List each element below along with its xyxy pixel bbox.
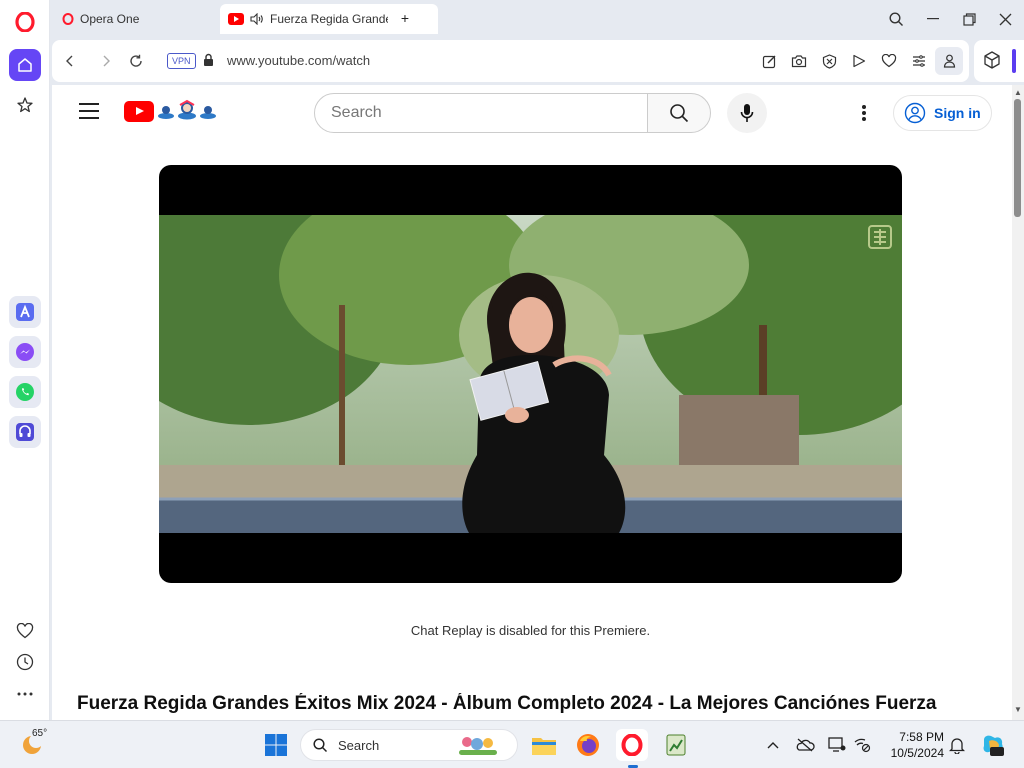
aria-ai-icon[interactable] bbox=[9, 296, 41, 328]
scroll-down-arrow-icon[interactable]: ▼ bbox=[1014, 705, 1022, 714]
bookmarks-star-icon[interactable] bbox=[9, 89, 41, 121]
youtube-page: Search Sign in Chat Replay is disabled f… bbox=[52, 85, 1012, 720]
video-still-image bbox=[159, 215, 902, 533]
player-send-icon[interactable] bbox=[849, 51, 869, 71]
snapshot-camera-icon[interactable] bbox=[789, 51, 809, 71]
notepad-chart-icon[interactable] bbox=[660, 729, 692, 761]
tab-strip: Opera One Fuerza Regida Grandes + bbox=[50, 0, 1024, 38]
sign-in-button[interactable]: Sign in bbox=[893, 95, 992, 131]
tab-label: Opera One bbox=[80, 12, 140, 26]
taskbar-search-icon bbox=[313, 737, 328, 752]
browser-window: Opera One Fuerza Regida Grandes + VPN ww… bbox=[0, 0, 1024, 720]
address-bar: VPN www.youtube.com/watch bbox=[52, 40, 969, 82]
search-button[interactable] bbox=[647, 93, 711, 133]
system-clock[interactable]: 7:58 PM 10/5/2024 bbox=[882, 729, 944, 761]
channel-watermark-icon[interactable] bbox=[866, 223, 894, 256]
search-input[interactable]: Search bbox=[314, 93, 648, 133]
firefox-icon[interactable] bbox=[572, 729, 604, 761]
youtube-favicon-icon bbox=[228, 13, 244, 25]
restore-button[interactable] bbox=[958, 8, 980, 30]
notifications-bell-icon[interactable] bbox=[947, 735, 967, 755]
windows-taskbar: 65° Search 7:58 PM 10/5/2024 bbox=[0, 720, 1024, 768]
opera-favicon-icon bbox=[62, 13, 74, 25]
extensions-cube-icon[interactable] bbox=[984, 51, 1000, 74]
tab-opera-one[interactable]: Opera One bbox=[54, 4, 214, 34]
tab-label: Fuerza Regida Grandes bbox=[270, 12, 388, 26]
video-frame[interactable] bbox=[159, 215, 902, 533]
url-field[interactable]: www.youtube.com/watch bbox=[227, 53, 370, 68]
temperature-label: 65° bbox=[32, 728, 48, 739]
show-hidden-icons-chevron-icon[interactable] bbox=[763, 735, 783, 755]
taskbar-search-label: Search bbox=[338, 737, 380, 753]
history-clock-icon[interactable] bbox=[9, 648, 41, 676]
account-circle-icon bbox=[904, 102, 926, 124]
back-button[interactable] bbox=[59, 50, 81, 72]
settings-kebab-icon[interactable] bbox=[856, 103, 872, 123]
opera-taskbar-icon[interactable] bbox=[616, 729, 648, 761]
clock-time: 7:58 PM bbox=[899, 730, 944, 744]
new-tab-button[interactable]: + bbox=[396, 9, 414, 27]
onedrive-offline-icon[interactable] bbox=[795, 735, 815, 755]
opera-logo-icon[interactable] bbox=[15, 11, 35, 33]
network-status-icon[interactable] bbox=[852, 735, 872, 755]
scroll-up-arrow-icon[interactable]: ▲ bbox=[1014, 88, 1022, 97]
audio-playing-icon[interactable] bbox=[250, 13, 264, 25]
forward-button[interactable] bbox=[95, 50, 117, 72]
opera-sidebar bbox=[0, 0, 50, 720]
microphone-icon bbox=[740, 104, 754, 122]
display-icon[interactable] bbox=[827, 735, 847, 755]
sidebar-accent-bar bbox=[1012, 49, 1016, 73]
profile-icon[interactable] bbox=[935, 47, 963, 75]
video-player[interactable] bbox=[159, 165, 902, 583]
home-icon[interactable] bbox=[9, 49, 41, 81]
reload-button[interactable] bbox=[125, 50, 147, 72]
bookmark-heart-icon[interactable] bbox=[879, 51, 899, 71]
edit-note-icon[interactable] bbox=[759, 51, 779, 71]
clock-date: 10/5/2024 bbox=[890, 746, 944, 760]
chat-replay-notice: Chat Replay is disabled for this Premier… bbox=[410, 623, 651, 638]
minimize-button[interactable] bbox=[922, 8, 944, 30]
extensions-area bbox=[974, 40, 1024, 82]
favorites-heart-icon[interactable] bbox=[9, 617, 41, 645]
easy-setup-icon[interactable] bbox=[909, 51, 929, 71]
file-explorer-icon[interactable] bbox=[528, 729, 560, 761]
sign-in-label: Sign in bbox=[934, 105, 981, 121]
page-scrollbar[interactable]: ▲ ▼ bbox=[1012, 85, 1024, 720]
tab-search-icon[interactable] bbox=[885, 8, 907, 30]
more-options-icon[interactable] bbox=[9, 680, 41, 708]
windows-start-icon[interactable] bbox=[260, 729, 292, 761]
scrollbar-thumb[interactable] bbox=[1014, 99, 1021, 217]
youtube-logo-icon[interactable] bbox=[124, 101, 154, 122]
copilot-icon[interactable] bbox=[980, 731, 1006, 759]
taskbar-search-box[interactable]: Search bbox=[300, 729, 518, 761]
lock-icon[interactable] bbox=[203, 53, 214, 72]
search-icon bbox=[670, 104, 689, 123]
messenger-icon[interactable] bbox=[9, 336, 41, 368]
vpn-badge[interactable]: VPN bbox=[167, 53, 196, 69]
hamburger-menu-icon[interactable] bbox=[79, 103, 99, 119]
adblock-icon[interactable] bbox=[819, 51, 839, 71]
video-title: Fuerza Regida Grandes Éxitos Mix 2024 - … bbox=[77, 693, 937, 714]
voice-search-button[interactable] bbox=[727, 93, 767, 133]
music-player-icon[interactable] bbox=[9, 416, 41, 448]
weather-widget[interactable]: 65° bbox=[20, 728, 48, 762]
whatsapp-icon[interactable] bbox=[9, 376, 41, 408]
close-window-button[interactable] bbox=[994, 8, 1016, 30]
search-highlight-icon bbox=[459, 737, 497, 755]
youtube-doodle-logo[interactable] bbox=[156, 99, 218, 128]
